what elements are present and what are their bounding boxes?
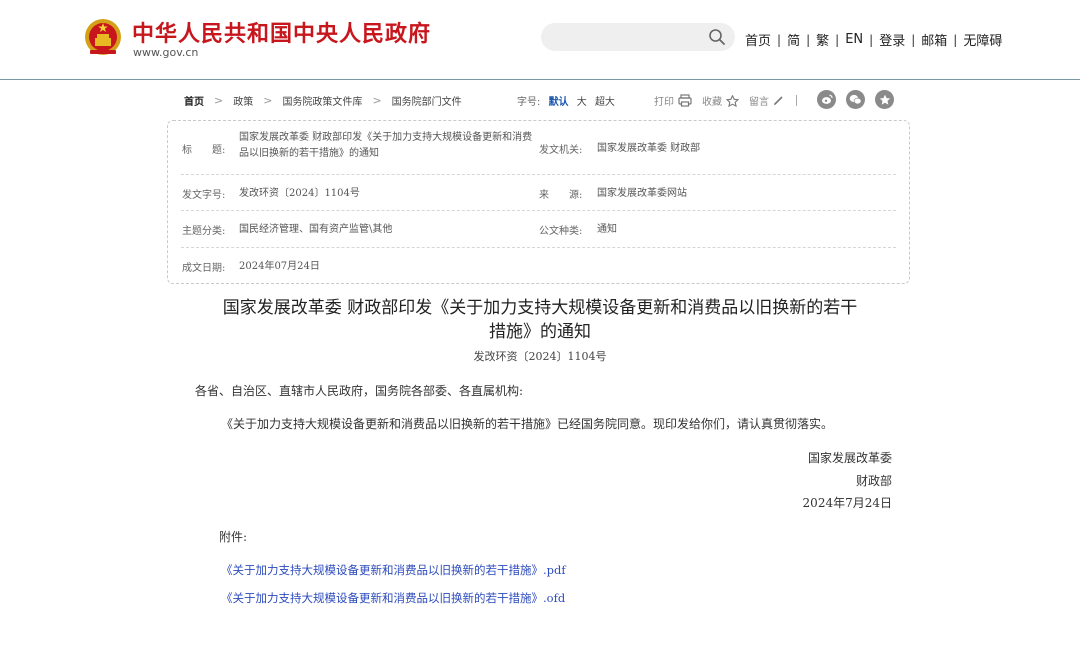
top-nav: 首页 | 简 | 繁 | EN | 登录 | 邮箱 | 无障碍 [745,30,1002,49]
nav-separator: | [806,32,811,47]
body-paragraph: 《关于加力支持大规模设备更新和消费品以旧换新的若干措施》已经国务院同意。现印发给… [221,417,834,431]
nav-separator: | [835,32,840,47]
nav-english[interactable]: EN [845,32,863,47]
breadcrumb-separator: > [263,94,273,107]
type-label: 公文种类: [539,226,583,237]
nav-home[interactable]: 首页 [745,30,771,49]
breadcrumb-policy-library[interactable]: 国务院政策文件库 [282,93,362,108]
nav-mail[interactable]: 邮箱 [921,30,947,49]
nav-accessibility[interactable]: 无障碍 [963,30,1002,49]
topic-label: 主题分类: [182,226,226,237]
national-emblem-icon[interactable] [84,17,122,57]
nav-separator: | [911,32,916,47]
site-url[interactable]: www.gov.cn [133,46,198,59]
share-icons [807,90,894,109]
issuer-value: 国家发展改革委 财政部 [597,143,701,154]
article-title: 国家发展改革委 财政部印发《关于加力支持大规模设备更新和消费品以旧换新的若干 措… [195,296,885,344]
font-size-label: 字号: [517,97,541,108]
breadcrumb-separator: > [214,94,224,107]
nav-separator: | [777,32,782,47]
breadcrumb-policy[interactable]: 政策 [233,93,253,108]
pencil-icon [774,96,783,105]
search-input[interactable] [553,27,703,47]
site-header: 中华人民共和国中央人民政府 www.gov.cn 首页 | 简 | 繁 | EN… [0,0,1080,80]
docno-value: 发改环资〔2024〕1104号 [239,188,360,199]
font-size-large[interactable]: 大 [577,97,587,108]
info-row-title: 标 题: 国家发展改革委 财政部印发《关于加力支持大规模设备更新和消费品以旧换新… [181,121,896,175]
print-label: 打印 [654,97,674,108]
document-info-box: 标 题: 国家发展改革委 财政部印发《关于加力支持大规模设备更新和消费品以旧换新… [167,120,910,284]
signer-ndrc: 国家发展改革委 [807,451,892,465]
info-row-date: 成文日期: 2024年07月24日 [181,248,896,283]
favorite-button[interactable]: 收藏 [702,93,739,108]
breadcrumb-department-docs[interactable]: 国务院部门文件 [392,93,462,108]
signer-mof: 财政部 [855,474,892,488]
star-outline-icon [726,94,739,107]
printer-icon [678,94,692,107]
search-icon[interactable] [708,28,726,46]
docno-label: 发文字号: [182,190,226,201]
source-value: 国家发展改革委网站 [597,188,687,199]
article-title-line2: 措施》的通知 [489,322,591,342]
attachment-pdf-link[interactable]: 《关于加力支持大规模设备更新和消费品以旧换新的若干措施》.pdf [221,562,566,578]
article-doc-number: 发改环资〔2024〕1104号 [473,350,607,363]
favorites-star-icon[interactable] [875,90,894,109]
title-label: 标 题: [182,145,226,156]
article-title-line1: 国家发展改革委 财政部印发《关于加力支持大规模设备更新和消费品以旧换新的若干 [222,298,858,318]
type-value: 通知 [597,224,617,235]
sign-date: 2024年7月24日 [802,496,892,510]
wechat-icon[interactable] [846,90,865,109]
source-label: 来 源: [539,190,583,201]
comment-button[interactable]: 留言 [749,93,784,108]
topic-value: 国民经济管理、国有资产监管\其他 [239,224,393,235]
salutation: 各省、自治区、直辖市人民政府，国务院各部委、各直属机构: [195,384,524,398]
font-size-xlarge[interactable]: 超大 [595,97,615,108]
favorite-label: 收藏 [702,97,722,108]
date-value: 2024年07月24日 [239,261,320,272]
info-row-docno: 发文字号: 发改环资〔2024〕1104号 来 源: 国家发展改革委网站 [181,175,896,211]
breadcrumb-home[interactable]: 首页 [184,93,204,108]
font-size-selector: 字号: 默认 大 超大 [517,93,615,108]
tools-divider [796,95,797,106]
nav-login[interactable]: 登录 [879,30,905,49]
attachment-ofd-link[interactable]: 《关于加力支持大规模设备更新和消费品以旧换新的若干措施》.ofd [221,590,565,606]
date-label: 成文日期: [182,263,226,274]
print-button[interactable]: 打印 [654,93,692,108]
nav-separator: | [869,32,874,47]
nav-traditional[interactable]: 繁 [816,30,829,49]
comment-label: 留言 [749,97,769,108]
site-title[interactable]: 中华人民共和国中央人民政府 [132,16,431,48]
info-row-topic: 主题分类: 国民经济管理、国有资产监管\其他 公文种类: 通知 [181,211,896,248]
breadcrumb: 首页 > 政策 > 国务院政策文件库 > 国务院部门文件 [184,93,462,108]
attachment-label: 附件: [219,530,248,544]
page-tools: 打印 收藏 留言 [654,93,807,108]
weibo-icon[interactable] [817,90,836,109]
breadcrumb-separator: > [372,94,382,107]
title-value: 国家发展改革委 财政部印发《关于加力支持大规模设备更新和消费品以旧换新的若干措施… [239,132,533,159]
font-size-default[interactable]: 默认 [549,97,569,108]
issuer-label: 发文机关: [539,145,583,156]
breadcrumb-bar: 首页 > 政策 > 国务院政策文件库 > 国务院部门文件 字号: 默认 大 超大… [184,90,896,110]
nav-simplified[interactable]: 简 [787,30,800,49]
nav-separator: | [953,32,958,47]
search-box [541,23,735,51]
